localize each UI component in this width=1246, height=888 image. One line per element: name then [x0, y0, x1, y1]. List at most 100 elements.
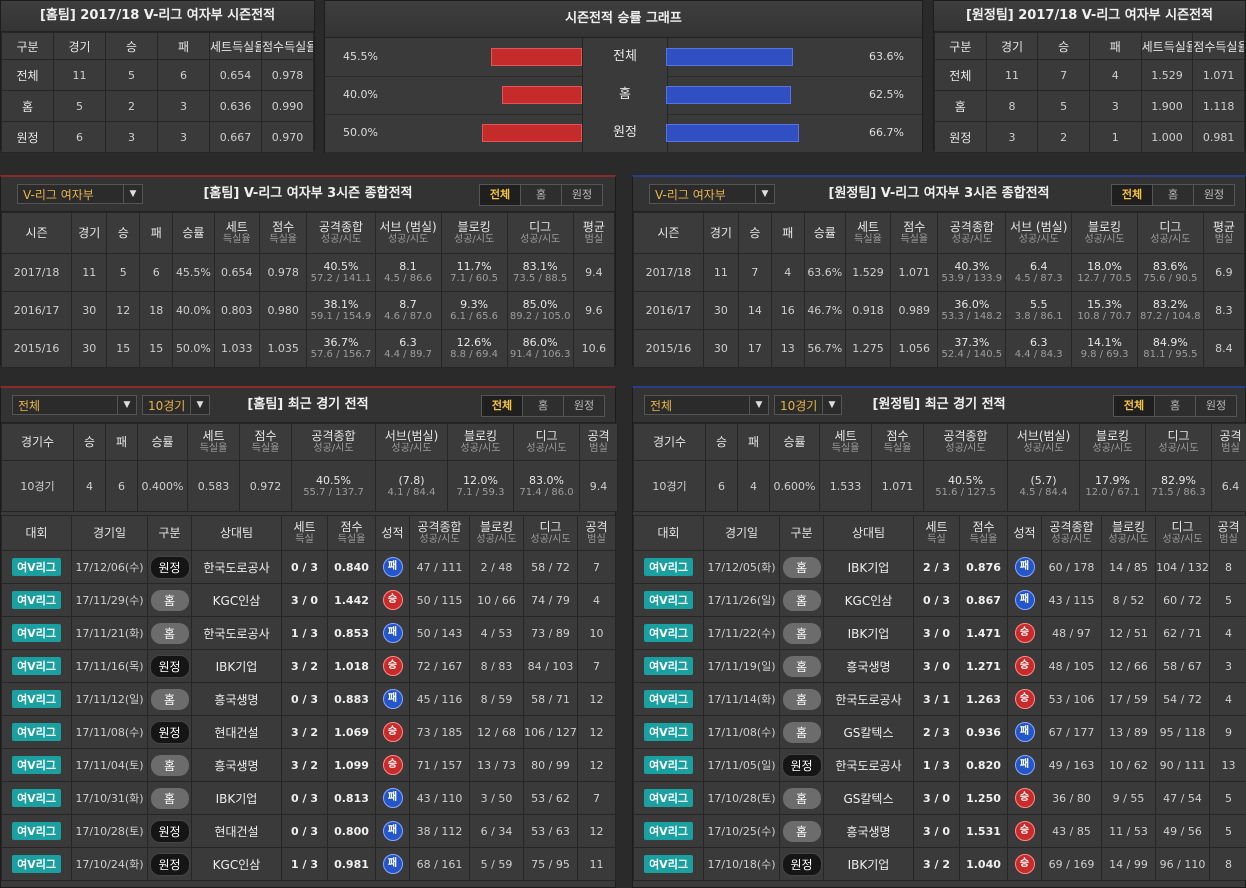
tab-home[interactable]: 홈 [523, 396, 564, 416]
table-cell: 17/10/25(수) [703, 814, 780, 848]
table-cell: 원정 [934, 121, 987, 153]
cell-main: 36.7% [323, 336, 359, 349]
table-cell: 0.583 [187, 460, 240, 512]
table-cell: 82.9% 71.5 / 86.3 [1145, 460, 1212, 512]
table-cell: 0.990 [261, 90, 314, 122]
tab-home[interactable]: 홈 [1155, 396, 1196, 416]
column-header: 경기 [702, 212, 739, 254]
column-header-sub: 득실율 [900, 234, 929, 245]
league-badge[interactable]: 여V리그 [644, 723, 693, 741]
league-badge[interactable]: 여V리그 [644, 591, 693, 609]
table-cell: 17/11/12(일) [71, 682, 148, 716]
column-header: 블로킹 성공/시도 [1079, 423, 1146, 461]
table-cell: 83.6% 75.6 / 90.5 [1136, 253, 1204, 292]
table-cell: 패 [375, 781, 410, 815]
tab-home[interactable]: 홈 [1153, 185, 1194, 205]
table-cell: 10경기 [1, 460, 74, 512]
cell-main: 5.5 [1029, 298, 1048, 311]
table-cell: 17/11/14(화) [703, 682, 780, 716]
winrate-graph: 45.5% 전체 63.6% 40.0% 홈 62.5% 50.0% 원정 66.7% [325, 38, 922, 153]
table-cell: 3 [157, 90, 210, 122]
league-badge[interactable]: 여V리그 [644, 690, 693, 708]
table-cell: 5 [1209, 583, 1246, 617]
table-cell: 0.989 [890, 291, 939, 330]
table-cell: 43 / 110 [409, 781, 470, 815]
league-badge[interactable]: 여V리그 [12, 690, 61, 708]
column-header: 승률 [803, 212, 846, 254]
league-badge[interactable]: 여V리그 [12, 624, 61, 642]
league-badge[interactable]: 여V리그 [12, 822, 61, 840]
table-cell: 17 [737, 329, 772, 368]
tab-home[interactable]: 홈 [521, 185, 562, 205]
league-badge[interactable]: 여V리그 [644, 789, 693, 807]
league-badge[interactable]: 여V리그 [12, 855, 61, 873]
column-header-main: 서브 (범실) [1010, 220, 1068, 234]
league-badge[interactable]: 여V리그 [12, 723, 61, 741]
winrate-graph-panel: 시즌전적 승률 그래프 45.5% 전체 63.6% 40.0% 홈 62.5% 50.0%… [324, 0, 923, 153]
win-icon: 승 [382, 590, 403, 610]
table-cell: 71 / 157 [409, 748, 470, 782]
cell-sub: 73.5 / 88.5 [513, 273, 568, 284]
column-header: 공격 범실 [1211, 423, 1246, 461]
table-cell: 흥국생명 [191, 682, 282, 716]
column-header: 공격종합 성공/시도 [937, 212, 1007, 254]
table-cell: 80 / 99 [523, 748, 578, 782]
tab-all[interactable]: 전체 [1112, 185, 1153, 205]
win-icon: 승 [382, 656, 403, 676]
table-cell: 9.4 [579, 460, 618, 512]
tab-away[interactable]: 원정 [1194, 185, 1234, 205]
tab-away[interactable]: 원정 [562, 185, 602, 205]
column-header-sub: 성공/시도 [951, 234, 992, 245]
graph-row: 45.5% 전체 63.6% [325, 38, 922, 77]
league-badge[interactable]: 여V리그 [12, 591, 61, 609]
league-badge[interactable]: 여V리그 [12, 558, 61, 576]
table-cell: 홈 [147, 583, 192, 617]
table-cell: 73 / 89 [523, 616, 578, 650]
table-cell: 3 / 2 [281, 649, 328, 683]
column-header-main: 승률 [151, 435, 174, 449]
league-badge[interactable]: 여V리그 [12, 789, 61, 807]
table-row: 여V리그 17/10/18(수) 원정 IBK기업 3 / 2 1.040 승 69 / 16… [633, 847, 1246, 881]
table-cell: 17/11/29(수) [71, 583, 148, 617]
column-header-main: 점수 [886, 429, 909, 443]
table-cell: 3 [105, 121, 158, 153]
cell-sub: 12.7 / 70.5 [1077, 273, 1132, 284]
column-header: 승 [106, 212, 141, 254]
table-cell: 40.3% 53.9 / 133.9 [937, 253, 1007, 292]
column-header-sub: 성공/시도 [1158, 443, 1199, 454]
league-badge[interactable]: 여V리그 [644, 624, 693, 642]
column-header-sub: 범실 [589, 443, 608, 454]
away-season-table: 구분 경기 승 패 세트득실율 점수득실율 전체 11 7 4 1.529 1.071 홈 8 5 3 1.90… [934, 32, 1245, 153]
table-cell: 1.471 [959, 616, 1008, 650]
league-badge[interactable]: 여V리그 [644, 558, 693, 576]
table-cell: 13 / 73 [469, 748, 524, 782]
table-cell: 여V리그 [633, 583, 704, 617]
away-season-title: [원정팀] 2017/18 V-리그 여자부 시즌전적 [934, 1, 1245, 32]
column-header-main: 시즌 [25, 226, 48, 240]
tab-away[interactable]: 원정 [1196, 396, 1236, 416]
table-cell: 0.981 [1192, 121, 1245, 153]
table-cell: 2 [105, 90, 158, 122]
table-cell: IBK기업 [823, 847, 914, 881]
table-cell: 홈 [779, 814, 824, 848]
league-badge[interactable]: 여V리그 [12, 756, 61, 774]
tab-all[interactable]: 전체 [480, 185, 521, 205]
table-cell: 49 / 56 [1155, 814, 1210, 848]
tab-away[interactable]: 원정 [564, 396, 604, 416]
league-badge[interactable]: 여V리그 [644, 822, 693, 840]
league-badge[interactable]: 여V리그 [644, 756, 693, 774]
league-badge[interactable]: 여V리그 [12, 657, 61, 675]
table-cell: 11 [702, 253, 739, 292]
table-cell: GS칼텍스 [823, 715, 914, 749]
table-cell: IBK기업 [823, 550, 914, 584]
tab-all[interactable]: 전체 [1114, 396, 1155, 416]
league-badge[interactable]: 여V리그 [644, 855, 693, 873]
table-cell: 1.900 [1140, 90, 1194, 122]
league-badge[interactable]: 여V리그 [644, 657, 693, 675]
table-cell: 17/11/26(일) [703, 583, 780, 617]
tab-all[interactable]: 전체 [482, 396, 523, 416]
column-header-main: 공격종합 [943, 429, 988, 443]
table-cell: 0.981 [327, 847, 376, 881]
graph-row: 40.0% 홈 62.5% [325, 76, 922, 115]
table-cell: 6.3 4.4 / 84.3 [1005, 329, 1073, 368]
